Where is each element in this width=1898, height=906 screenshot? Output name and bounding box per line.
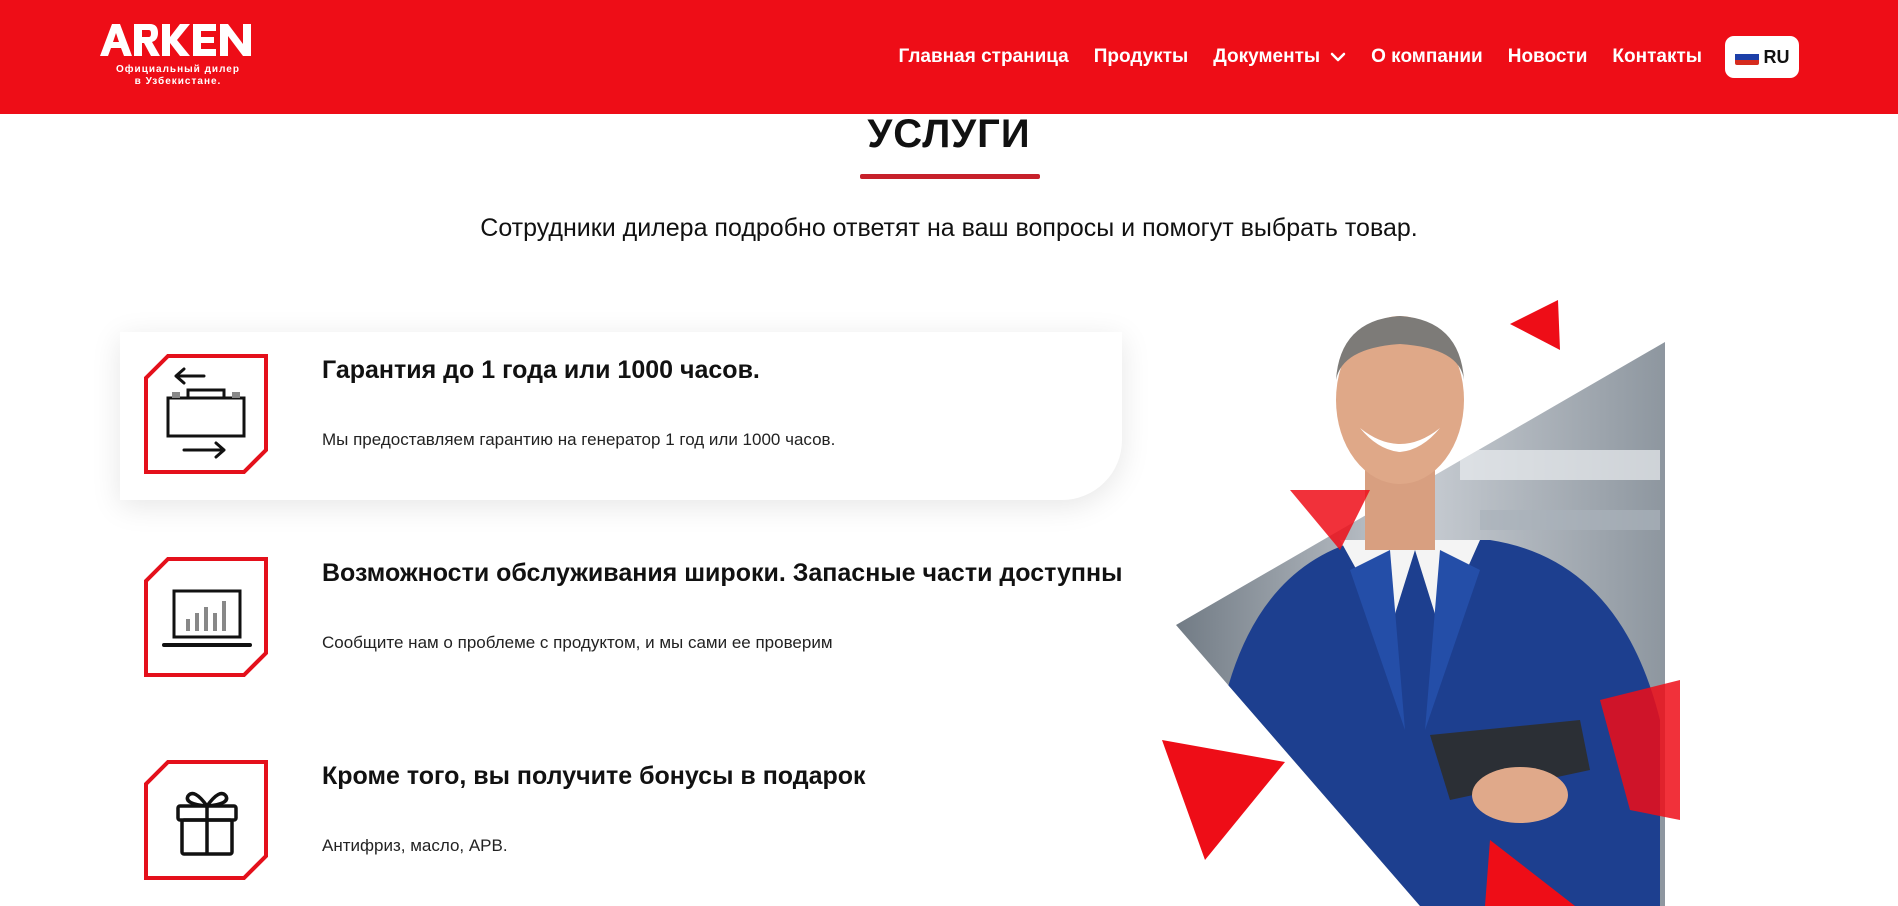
service-card-warranty[interactable]: Гарантия до 1 года или 1000 часов. Мы пр… bbox=[120, 332, 1122, 500]
title-underline bbox=[860, 174, 1040, 179]
mechanic-photo bbox=[1160, 300, 1680, 906]
nav-products-label: Продукты bbox=[1093, 46, 1189, 67]
russia-flag-icon bbox=[1734, 49, 1759, 65]
nav-about[interactable]: О компании bbox=[1371, 46, 1483, 68]
service-title: Возможности обслуживания широки. Запасны… bbox=[322, 559, 1123, 587]
nav-about-label: О компании bbox=[1371, 46, 1483, 67]
service-description: Сообщите нам о проблеме с продуктом, и м… bbox=[322, 633, 833, 652]
arken-logo-mark bbox=[100, 24, 251, 56]
nav-documents-label: Документы bbox=[1213, 46, 1321, 67]
service-card-maintenance[interactable]: Возможности обслуживания широки. Запасны… bbox=[120, 535, 1122, 703]
laptop-chart-icon bbox=[144, 557, 268, 677]
nav-contacts-label: Контакты bbox=[1612, 46, 1702, 67]
service-card-bonuses[interactable]: Кроме того, вы получите бонусы в подарок… bbox=[120, 738, 1122, 906]
brand-tagline: Официальный дилер в Узбекистане. bbox=[98, 64, 258, 88]
chevron-down-icon bbox=[1330, 52, 1346, 62]
nav-news-label: Новости bbox=[1507, 46, 1588, 67]
service-description: Антифриз, масло, АРВ. bbox=[322, 836, 508, 855]
language-switcher[interactable]: RU bbox=[1725, 36, 1799, 78]
nav-news[interactable]: Новости bbox=[1508, 46, 1588, 68]
nav-documents[interactable]: Документы bbox=[1213, 46, 1346, 68]
service-title: Кроме того, вы получите бонусы в подарок bbox=[322, 762, 866, 790]
tagline-line-1: Официальный дилер bbox=[116, 64, 240, 75]
site-header: Официальный дилер в Узбекистане. Главная… bbox=[0, 0, 1898, 114]
tagline-line-2: в Узбекистане. bbox=[134, 76, 222, 87]
service-description: Мы предоставляем гарантию на генератор 1… bbox=[322, 430, 836, 449]
nav-home[interactable]: Главная страница bbox=[899, 46, 1069, 68]
nav-home-label: Главная страница bbox=[898, 46, 1069, 67]
service-title: Гарантия до 1 года или 1000 часов. bbox=[322, 356, 760, 384]
section-subtitle: Сотрудники дилера подробно ответят на ва… bbox=[480, 214, 1418, 242]
brand-logo[interactable]: Официальный дилер в Узбекистане. bbox=[98, 20, 258, 100]
main-nav: Главная страница Продукты Документы О ко… bbox=[874, 36, 1702, 78]
nav-contacts[interactable]: Контакты bbox=[1612, 46, 1702, 68]
section-title: УСЛУГИ bbox=[867, 112, 1031, 156]
gift-icon bbox=[144, 760, 268, 880]
nav-products[interactable]: Продукты bbox=[1094, 46, 1189, 68]
mechanic-illustration bbox=[1162, 300, 1680, 906]
generator-icon bbox=[144, 354, 268, 474]
language-label: RU bbox=[1763, 46, 1790, 67]
